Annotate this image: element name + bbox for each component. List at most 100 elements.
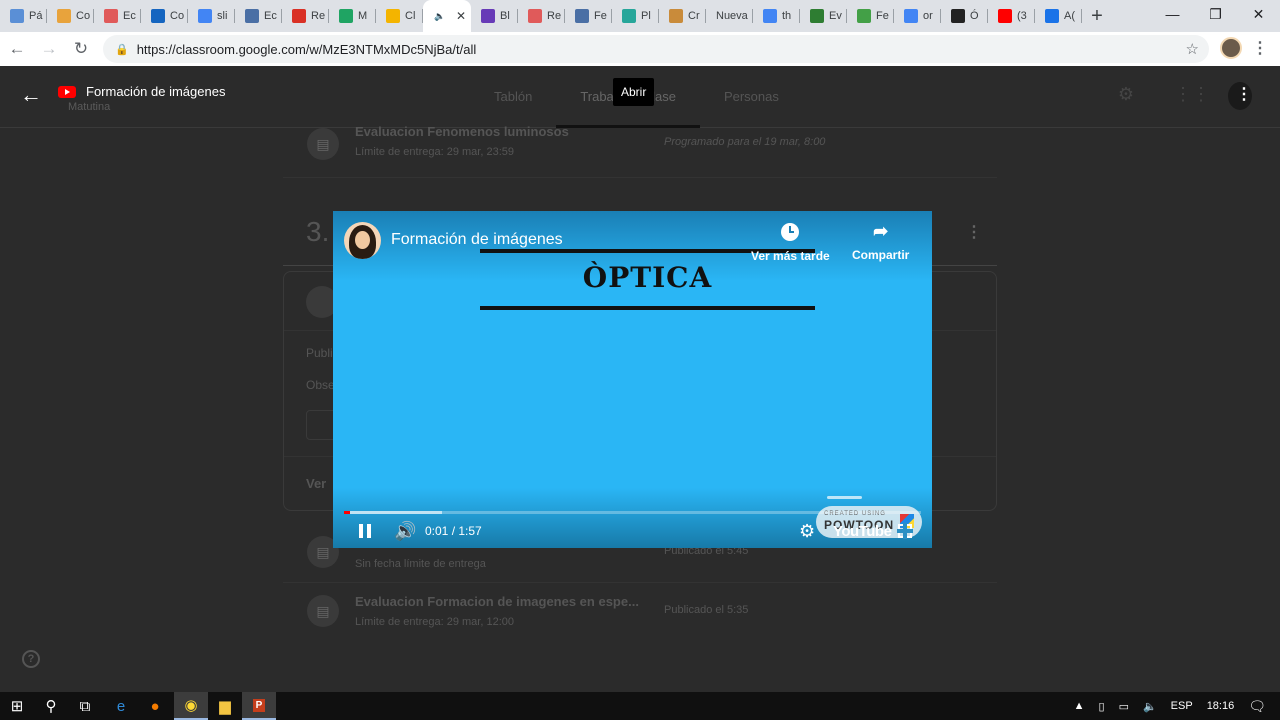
minimize-button[interactable]: — <box>1151 0 1194 28</box>
section-number: 3. <box>306 216 330 247</box>
restore-button[interactable]: ❐ <box>1194 0 1237 28</box>
windows-start-icon[interactable]: ⊞ <box>0 692 34 720</box>
browser-tab[interactable]: Re <box>518 0 565 32</box>
pause-icon[interactable] <box>358 524 372 538</box>
notifications-icon[interactable]: 🗨 <box>1248 698 1266 715</box>
browser-tab[interactable]: sli <box>188 0 235 32</box>
browser-tab[interactable]: Nueva <box>706 0 753 32</box>
speaker-icon[interactable]: 🔈 <box>1143 700 1157 713</box>
search-icon[interactable]: ⚲ <box>34 692 68 720</box>
class-title: Formación de imágenes <box>86 84 226 99</box>
browser-tab[interactable]: or <box>894 0 941 32</box>
share-button[interactable]: ➦ Compartir <box>852 221 909 262</box>
tab-label: A( <box>1064 10 1075 22</box>
url-text: https://classroom.google.com/w/MzE3NTMxM… <box>136 41 477 57</box>
google-icon <box>198 9 212 23</box>
channel-avatar[interactable] <box>344 222 381 259</box>
tab-label: M <box>358 10 368 22</box>
buffered-bar <box>344 511 443 514</box>
close-tab-icon[interactable]: ✕ <box>456 9 466 23</box>
tab-tablon[interactable]: Tablón <box>470 66 556 128</box>
browser-tab[interactable]: th <box>753 0 800 32</box>
task-view-icon[interactable]: ⧉ <box>68 692 102 720</box>
browser-tab[interactable]: Cl <box>376 0 423 32</box>
tab-label: Ó <box>970 10 979 22</box>
tray-arrow-icon[interactable]: ▲ <box>1074 700 1085 712</box>
forms-icon <box>481 9 495 23</box>
browser-tab[interactable]: Ec <box>235 0 282 32</box>
played-bar <box>344 511 350 514</box>
item-published: Publicado el 5:35 <box>664 604 749 616</box>
apps-grid-icon[interactable]: ⋮⋮ <box>1174 84 1210 105</box>
browser-tab[interactable]: 🔈 ✕ <box>423 0 471 32</box>
settings-gear-icon[interactable]: ⚙ <box>799 521 815 542</box>
bookmark-star-icon[interactable]: ☆ <box>1186 40 1199 58</box>
usb-icon[interactable]: ▯ <box>1099 700 1105 713</box>
tab-label: sli <box>217 10 228 22</box>
list-item[interactable]: ▤ Evaluacion Fenomenos luminosos Límite … <box>283 124 997 178</box>
fullscreen-icon[interactable] <box>897 523 913 539</box>
audio-icon: 🔈 <box>434 10 446 21</box>
browser-tab[interactable]: Ó <box>941 0 988 32</box>
layout-icon <box>1045 9 1059 23</box>
browser-tab[interactable]: Co <box>141 0 188 32</box>
reload-button[interactable]: ↻ <box>66 34 96 64</box>
browser-tab[interactable]: Ec <box>94 0 141 32</box>
youtube-player[interactable]: ÒPTICA Formación de imágenes Ver más tar… <box>333 211 932 548</box>
browser-tab[interactable]: Fe <box>565 0 612 32</box>
profile-avatar[interactable] <box>1220 37 1242 59</box>
edge-icon[interactable]: e <box>104 692 138 720</box>
file-explorer-icon[interactable]: ▆ <box>208 692 242 720</box>
header-icons: ⚙ ⋮⋮ <box>1118 84 1210 105</box>
tab-strip: Pá Co Ec Co sli Ec Re M Cl 🔈 ✕ Bl Re Fe Pl Cr Nueva th Ev F… <box>0 0 1280 32</box>
globe-icon <box>10 9 24 23</box>
firefox-icon[interactable]: ● <box>138 692 172 720</box>
browser-tab[interactable]: Pl <box>612 0 659 32</box>
browser-tab[interactable]: (3 <box>988 0 1035 32</box>
browser-tab[interactable]: M <box>329 0 376 32</box>
forward-button[interactable]: → <box>34 34 64 64</box>
card-published-text: Publi <box>306 346 333 360</box>
powerpoint-icon[interactable]: P <box>242 692 276 720</box>
new-tab-button[interactable]: + <box>1082 0 1112 32</box>
back-arrow-icon[interactable]: ← <box>20 82 42 108</box>
open-tooltip: Abrir <box>613 78 655 106</box>
browser-tab[interactable]: Bl <box>471 0 518 32</box>
video-title[interactable]: Formación de imágenes <box>391 231 563 249</box>
windows-taskbar: ⊞ ⚲ ⧉ e ● ◉ ▆ P ▲ ▯ ▭ 🔈 ESP 18:16 🗨 <box>0 692 1280 720</box>
volume-icon[interactable]: 🔊 <box>394 521 416 542</box>
clock[interactable]: 18:16 <box>1207 700 1235 712</box>
browser-tab[interactable]: Re <box>282 0 329 32</box>
section-options-icon[interactable]: ⋮ <box>966 222 982 242</box>
language-indicator[interactable]: ESP <box>1171 700 1193 712</box>
browser-tab[interactable]: Fe <box>847 0 894 32</box>
help-icon[interactable]: ? <box>22 650 40 668</box>
settings-gear-icon[interactable]: ⚙ <box>1118 84 1134 105</box>
browser-menu-icon[interactable]: ⋮ <box>1252 38 1268 58</box>
wikipedia-icon <box>951 9 965 23</box>
more-options-icon[interactable]: ⋮ <box>1236 84 1252 104</box>
browser-tab[interactable]: Pá <box>0 0 47 32</box>
youtube-logo[interactable]: YouTube <box>833 523 892 540</box>
card-observations-text: Obse <box>306 378 335 392</box>
network-icon[interactable]: ▭ <box>1119 700 1129 713</box>
drive-icon <box>339 9 353 23</box>
progress-bar[interactable] <box>344 511 921 514</box>
browser-tab[interactable]: Ev <box>800 0 847 32</box>
view-link[interactable]: Ver <box>306 476 326 491</box>
browser-tab[interactable]: Co <box>47 0 94 32</box>
tab-label: Nueva <box>716 10 748 22</box>
clock-icon <box>781 223 800 241</box>
item-due: Sin fecha límite de entrega <box>355 558 486 570</box>
chrome-icon[interactable]: ◉ <box>174 692 208 720</box>
tab-personas[interactable]: Personas <box>700 66 803 128</box>
back-button[interactable]: ← <box>2 34 32 64</box>
watch-later-label: Ver más tarde <box>751 249 830 263</box>
address-bar[interactable]: 🔒 https://classroom.google.com/w/MzE3NTM… <box>103 35 1209 63</box>
browser-tab[interactable]: A( <box>1035 0 1082 32</box>
list-item[interactable]: ▤ Evaluacion Formacion de imagenes en es… <box>283 583 997 638</box>
browser-tab[interactable]: Cr <box>659 0 706 32</box>
outlook-icon <box>151 9 165 23</box>
close-window-button[interactable]: ✕ <box>1237 0 1280 28</box>
watch-later-button[interactable]: Ver más tarde <box>751 221 830 263</box>
